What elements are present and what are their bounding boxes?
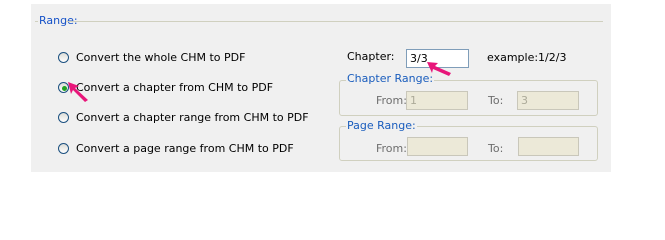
radio-option-page-range[interactable]: Convert a page range from CHM to PDF — [58, 140, 294, 156]
radio-option-whole-chm[interactable]: Convert the whole CHM to PDF — [58, 49, 245, 65]
radio-page-range-button[interactable] — [58, 142, 69, 154]
chapter-range-legend: Chapter Range: — [346, 72, 435, 85]
chapter-range-to-label: To: — [488, 94, 504, 107]
page-range-from-label: From: — [376, 142, 407, 155]
radio-whole-chm-label: Convert the whole CHM to PDF — [76, 50, 246, 64]
chapter-label: Chapter: — [347, 50, 395, 63]
page-range-to-input[interactable] — [518, 137, 579, 156]
radio-page-range-label: Convert a page range from CHM to PDF — [76, 141, 294, 155]
page-range-from-input[interactable] — [407, 137, 468, 156]
range-group-border — [66, 21, 603, 22]
radio-option-chapter-range[interactable]: Convert a chapter range from CHM to PDF — [58, 109, 309, 125]
chapter-range-from-label: From: — [376, 94, 407, 107]
chapter-range-from-input[interactable]: 1 — [406, 91, 468, 110]
chapter-example-text: example:1/2/3 — [487, 51, 567, 64]
radio-whole-chm-button[interactable] — [58, 51, 69, 63]
pointer-arrow-icon — [427, 62, 451, 76]
radio-chapter-label: Convert a chapter from CHM to PDF — [76, 80, 274, 94]
radio-chapter-range-button[interactable] — [58, 111, 69, 123]
radio-chapter-range-label: Convert a chapter range from CHM to PDF — [76, 110, 309, 124]
chapter-range-to-input[interactable]: 3 — [517, 91, 579, 110]
page-range-to-label: To: — [488, 142, 504, 155]
page-range-legend: Page Range: — [346, 119, 417, 132]
pointer-arrow-icon — [68, 82, 88, 102]
